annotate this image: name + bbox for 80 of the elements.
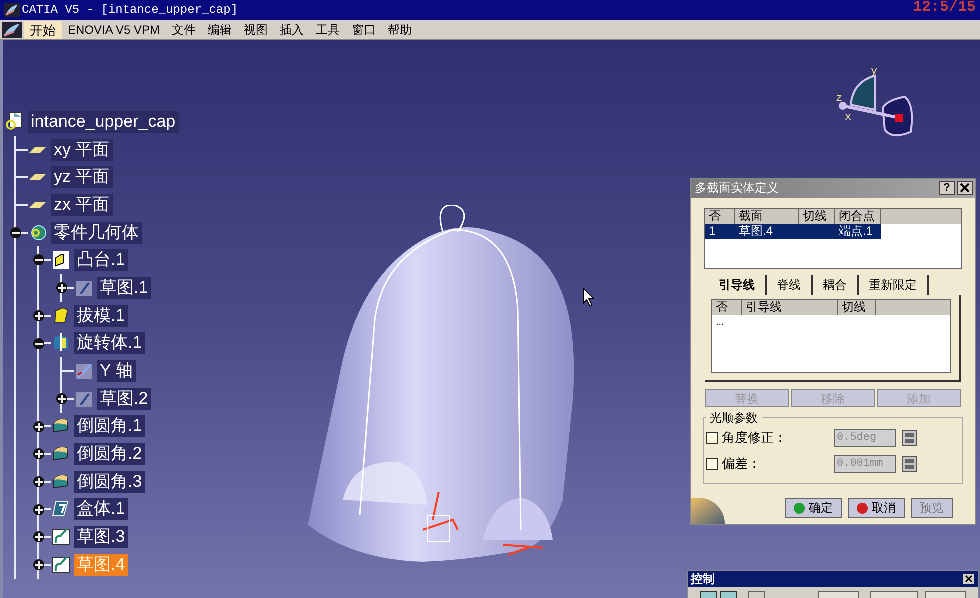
tree-item[interactable]: 倒圆角.2 (74, 443, 146, 466)
column-header[interactable]: 引导线 (742, 300, 838, 316)
table-cell-text: 端点.1 (838, 224, 874, 239)
menu-item[interactable]: 开始 (24, 20, 62, 38)
tree-item[interactable]: 盒体.1 (74, 498, 128, 520)
tree-item[interactable]: 拔模.1 (74, 304, 128, 327)
expand-icon[interactable] (33, 420, 45, 433)
menu-item[interactable]: 插入 (274, 20, 310, 38)
menu-item[interactable]: 工具 (310, 20, 346, 38)
tree-node-icon (28, 200, 48, 209)
expand-icon[interactable] (56, 392, 68, 405)
spinner-button[interactable] (902, 456, 917, 472)
clock-text: 12:5/15 (912, 0, 976, 18)
menu-item[interactable]: ENOVIA V5 VPM (62, 20, 166, 38)
toolbar-title: 控制 (691, 571, 716, 588)
app-logo-icon (4, 3, 20, 17)
expand-icon[interactable] (56, 282, 68, 294)
tree-node-icon (51, 499, 71, 520)
tree-node-icon (51, 333, 71, 354)
table-cell-text: 1 (708, 224, 717, 239)
menu-item[interactable]: 编辑 (202, 20, 238, 38)
ok-button[interactable]: 确定 (785, 498, 842, 518)
spinner-button[interactable] (902, 430, 917, 446)
tree-node-icon (51, 554, 71, 575)
tree-item[interactable]: 倒圆角.3 (74, 470, 146, 493)
mouse-pointer-icon (583, 288, 595, 307)
tree-item[interactable]: 草图.3 (74, 526, 128, 548)
table-cell-text: 草图.4 (738, 224, 774, 239)
window-title: CATIA V5 - [intance_upper_cap] (22, 2, 238, 19)
menu-item[interactable]: 文件 (166, 20, 202, 38)
close-icon[interactable] (957, 181, 973, 196)
globe-decoration (691, 498, 725, 524)
cancel-button[interactable]: 取消 (848, 498, 905, 518)
dialog-title: 多截面实体定义 (695, 180, 780, 198)
tree-item[interactable]: 零件几何体 (51, 222, 142, 244)
tree-item[interactable]: Y 轴 (97, 360, 136, 382)
option-label: 角度修正： (722, 428, 788, 447)
tab[interactable]: 引导线 (709, 275, 767, 296)
expand-icon[interactable] (33, 476, 45, 488)
collapse-icon[interactable] (10, 226, 22, 239)
tab[interactable]: 耦合 (813, 275, 859, 296)
tree-item[interactable]: 草图.1 (97, 276, 152, 299)
tree-item[interactable]: 倒圆角.1 (74, 415, 146, 438)
column-header[interactable]: 否 (712, 300, 742, 316)
collapse-icon[interactable] (33, 338, 45, 350)
tab[interactable]: 重新限定 (859, 275, 929, 296)
tree-node-icon (74, 361, 94, 382)
tree-item[interactable]: yz 平面 (51, 166, 113, 188)
option-label: 偏差： (722, 454, 762, 473)
tree-item[interactable]: xy 平面 (51, 138, 113, 161)
table-row[interactable]: 1 草图.4 端点.1 (705, 224, 881, 239)
tree-item[interactable]: 草图.2 (97, 388, 152, 410)
column-header[interactable]: 切线 (838, 300, 876, 316)
tree-node-icon (51, 250, 71, 270)
tree-item[interactable]: intance_upper_cap (28, 110, 179, 133)
tree-item[interactable]: zx 平面 (51, 194, 113, 216)
compass-axis-label: z (836, 92, 843, 107)
table-cell-text: ... (715, 316, 726, 330)
tree-node-icon (28, 173, 48, 182)
menu-item[interactable]: 窗口 (346, 20, 382, 38)
app-logo-icon (2, 22, 22, 38)
expand-icon[interactable] (33, 310, 45, 322)
tab[interactable]: 脊线 (767, 275, 813, 296)
collapse-icon[interactable] (33, 254, 45, 266)
compass-axis-label: y (871, 65, 878, 80)
expand-icon[interactable] (33, 531, 45, 544)
expand-icon[interactable] (33, 504, 45, 516)
tree-node-icon (51, 527, 71, 548)
menu-item[interactable]: 视图 (238, 20, 274, 38)
group-title: 光顺参数 (709, 410, 759, 427)
help-button[interactable]: ? (939, 181, 955, 196)
compass-axis-label: x (845, 111, 852, 126)
tree-node-icon (28, 146, 48, 154)
tree-node-icon (5, 112, 25, 132)
tree-item[interactable]: 旋转体.1 (74, 332, 146, 354)
tree-item[interactable]: 凸台.1 (74, 249, 128, 272)
close-icon[interactable] (963, 574, 975, 584)
expand-icon[interactable] (33, 559, 45, 571)
expand-icon[interactable] (33, 448, 45, 460)
menu-item[interactable]: 帮助 (382, 20, 418, 38)
